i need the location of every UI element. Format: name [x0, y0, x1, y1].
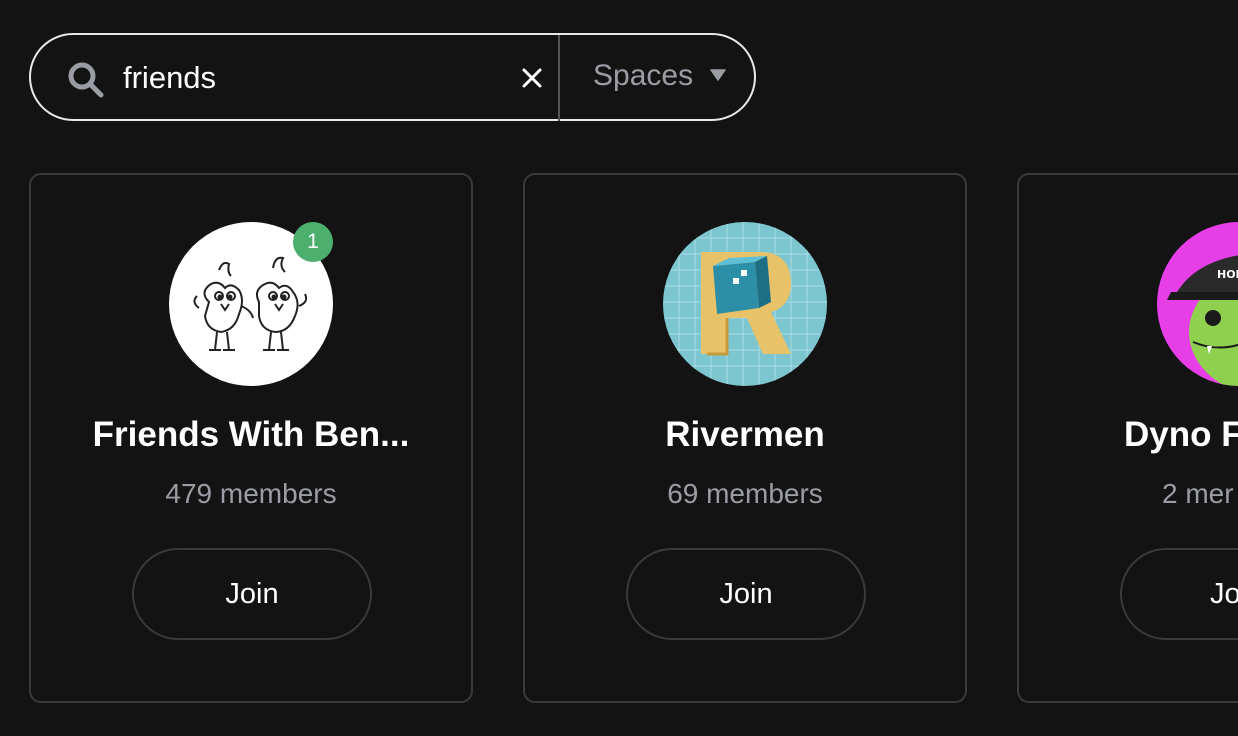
search-input[interactable]	[123, 53, 503, 103]
space-avatar: HODL	[1157, 222, 1238, 386]
space-name: Dyno F	[1124, 415, 1238, 454]
member-count: 69 members	[667, 478, 823, 509]
page: Spaces	[0, 0, 1238, 736]
join-button[interactable]: Join	[626, 548, 866, 640]
space-card[interactable]: HODL Dyno F 2 mer Jo	[1017, 173, 1238, 703]
search-icon	[68, 62, 104, 98]
clear-search-button[interactable]	[515, 59, 549, 97]
member-count: 479 members	[165, 478, 337, 509]
space-name: Friends With Ben...	[92, 415, 410, 454]
notification-badge: 1	[293, 222, 333, 262]
close-icon	[522, 68, 542, 88]
r-cube-logo-icon	[663, 222, 827, 386]
space-card[interactable]: 1 Friends With Ben... 479 members Join	[29, 173, 473, 703]
space-avatar	[663, 222, 827, 386]
green-dino-hodl-cap-icon: HODL	[1167, 255, 1238, 386]
join-button[interactable]: Jo	[1120, 548, 1238, 640]
space-name: Rivermen	[665, 415, 825, 454]
search-bar: Spaces	[29, 33, 756, 121]
member-count: 2 mer	[1162, 478, 1234, 509]
space-card[interactable]: Rivermen 69 members Join	[523, 173, 967, 703]
svg-text:HODL: HODL	[1217, 268, 1238, 281]
join-button[interactable]: Join	[132, 548, 372, 640]
search-scope-dropdown[interactable]: Spaces	[560, 35, 756, 121]
caret-down-icon	[710, 69, 726, 81]
search-scope-label: Spaces	[593, 59, 694, 92]
